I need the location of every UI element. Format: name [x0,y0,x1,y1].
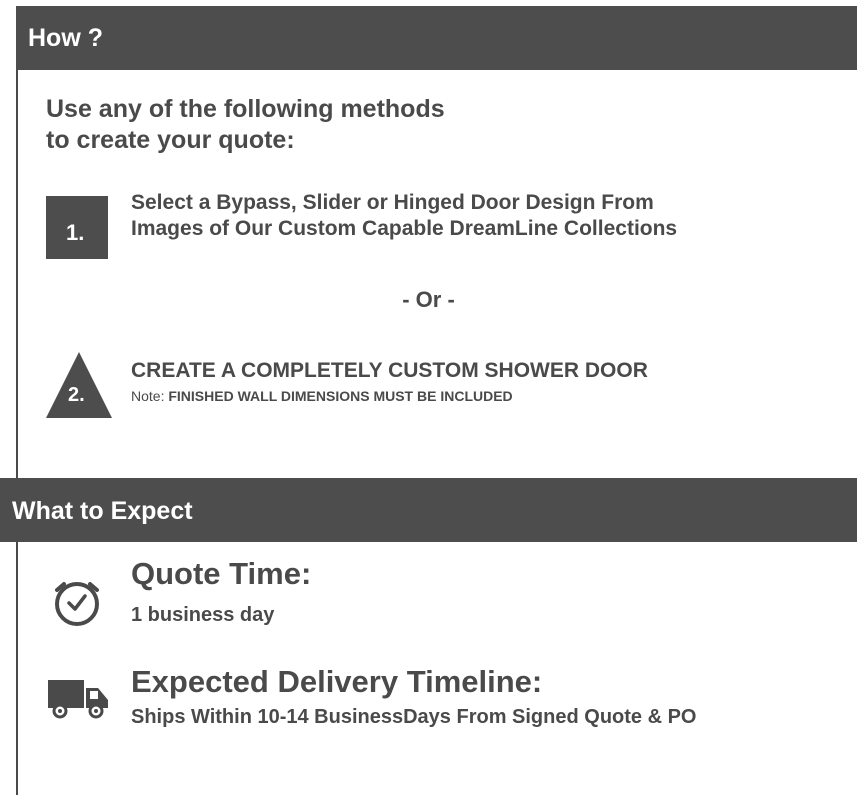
step-1-description: Select a Bypass, Slider or Hinged Door D… [131,190,831,242]
delivery-title: Expected Delivery Timeline: [131,664,543,699]
step-1-number-badge: 1. [46,196,108,259]
expect-header: What to Expect [0,478,857,542]
step-2-number: 2. [68,384,85,406]
step-1-line-1: Select a Bypass, Slider or Hinged Door D… [131,191,654,214]
step-2-title: CREATE A COMPLETELY CUSTOM SHOWER DOOR [131,359,648,382]
step-2-note-label: Note: [131,388,169,404]
clock-icon [55,582,99,626]
quote-time-value: 1 business day [131,604,275,626]
how-header-title: How ? [28,24,103,52]
intro-line-2: to create your quote: [46,126,295,154]
step-2-note: Note: FINISHED WALL DIMENSIONS MUST BE I… [131,388,831,404]
step-2-note-text: FINISHED WALL DIMENSIONS MUST BE INCLUDE… [168,388,513,404]
intro-text: Use any of the following methods to crea… [46,94,646,156]
how-header: How ? [16,6,857,70]
intro-line-1: Use any of the following methods [46,95,445,123]
step-1-number: 1. [66,220,85,245]
or-separator: - Or - [402,287,455,312]
truck-icon [48,680,108,719]
quote-time-title: Quote Time: [131,556,312,591]
delivery-value: Ships Within 10-14 BusinessDays From Sig… [131,706,697,728]
expect-header-title: What to Expect [12,497,193,525]
step-1-line-2: Images of Our Custom Capable DreamLine C… [131,217,678,240]
